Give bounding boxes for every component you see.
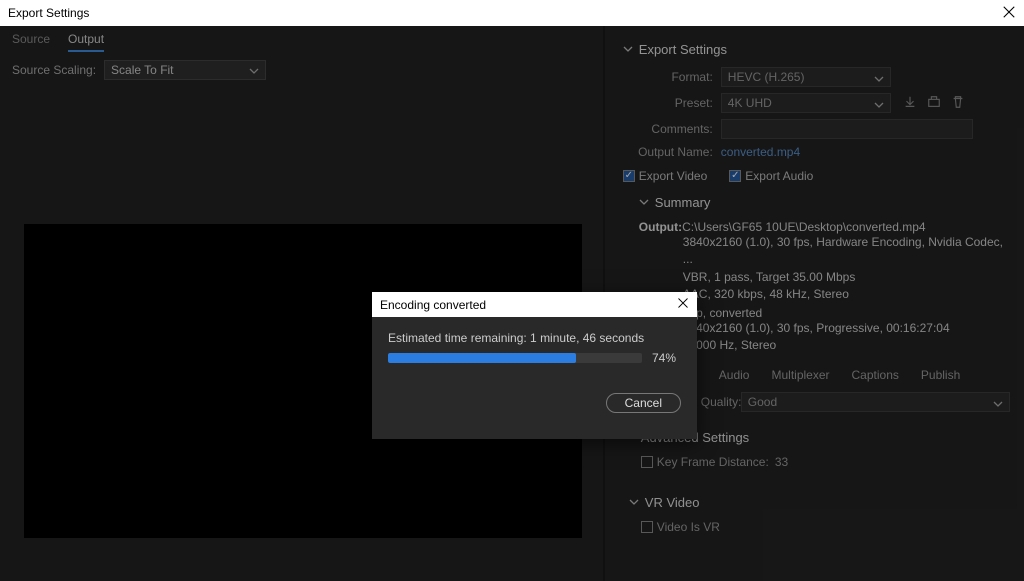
left-tabs: Source Output (0, 26, 603, 52)
chevron-down-icon (629, 495, 639, 510)
chevron-down-icon (249, 65, 259, 79)
export-video-checkbox[interactable]: ✓ (623, 170, 635, 182)
preset-value: 4K UHD (728, 96, 772, 110)
import-preset-icon[interactable] (927, 95, 941, 112)
chevron-down-icon (874, 99, 884, 113)
progress-percent: 74% (652, 351, 676, 365)
chevron-down-icon (874, 73, 884, 87)
close-icon (677, 297, 689, 309)
output-summary-line: VBR, 1 pass, Target 35.00 Mbps (683, 269, 1010, 286)
source-summary-line: 3840x2160 (1.0), 30 fps, Progressive, 00… (683, 320, 1010, 337)
output-summary-line: C:\Users\GF65 10UE\Desktop\converted.mp4 (682, 220, 925, 234)
vr-video-header: VR Video (645, 495, 700, 510)
window-titlebar: Export Settings (0, 0, 1024, 26)
window-close-button[interactable] (1002, 5, 1016, 22)
summary-header: Summary (655, 195, 711, 210)
keyframe-distance-checkbox[interactable]: ✓ (641, 456, 653, 468)
format-dropdown[interactable]: HEVC (H.265) (721, 67, 891, 87)
progress-bar (388, 353, 642, 363)
encoding-dialog: Encoding converted Estimated time remain… (372, 292, 697, 439)
format-value: HEVC (H.265) (728, 70, 805, 84)
close-icon (1002, 5, 1016, 19)
keyframe-distance-label: Key Frame Distance: (657, 455, 769, 469)
chevron-down-icon (639, 195, 649, 210)
comments-input[interactable] (721, 119, 973, 139)
output-summary-line: AAC, 320 kbps, 48 kHz, Stereo (683, 286, 1010, 303)
video-is-vr-checkbox[interactable]: ✓ (641, 521, 653, 533)
subtab-multiplexer[interactable]: Multiplexer (771, 368, 829, 382)
outputname-link[interactable]: converted.mp4 (721, 145, 800, 159)
tab-output[interactable]: Output (68, 32, 104, 52)
chevron-down-icon (993, 398, 1003, 412)
source-scaling-label: Source Scaling: (12, 63, 96, 77)
source-summary-line: 48000 Hz, Stereo (683, 337, 1010, 354)
output-summary-line: 3840x2160 (1.0), 30 fps, Hardware Encodi… (683, 234, 1010, 269)
window-title: Export Settings (8, 6, 89, 20)
subtab-audio[interactable]: Audio (719, 368, 750, 382)
quality-value: Good (748, 395, 777, 409)
source-scaling-value: Scale To Fit (111, 63, 173, 77)
progress-fill (388, 353, 576, 363)
preset-label: Preset: (623, 96, 713, 110)
output-summary-label: Output: (639, 220, 679, 234)
export-audio-checkbox[interactable]: ✓ (729, 170, 741, 182)
dialog-estimate-text: Estimated time remaining: 1 minute, 46 s… (388, 331, 681, 345)
outputname-label: Output Name: (623, 145, 713, 159)
export-settings-header: Export Settings (639, 42, 727, 57)
cancel-button[interactable]: Cancel (606, 393, 681, 413)
export-audio-label: Export Audio (745, 169, 813, 183)
subtab-publish[interactable]: Publish (921, 368, 960, 382)
keyframe-distance-value: 33 (775, 455, 788, 469)
subtab-captions[interactable]: Captions (852, 368, 899, 382)
tab-source[interactable]: Source (12, 32, 50, 52)
format-label: Format: (623, 70, 713, 84)
save-preset-icon[interactable] (903, 95, 917, 112)
dialog-title: Encoding converted (380, 298, 486, 312)
video-is-vr-label: Video Is VR (657, 520, 720, 534)
comments-label: Comments: (623, 122, 713, 136)
export-video-label: Export Video (639, 169, 708, 183)
preset-dropdown[interactable]: 4K UHD (721, 93, 891, 113)
quality-dropdown[interactable]: Good (741, 392, 1010, 412)
delete-preset-icon[interactable] (951, 95, 965, 112)
chevron-down-icon (623, 42, 633, 57)
dialog-close-button[interactable] (677, 297, 689, 312)
source-scaling-dropdown[interactable]: Scale To Fit (104, 60, 266, 80)
